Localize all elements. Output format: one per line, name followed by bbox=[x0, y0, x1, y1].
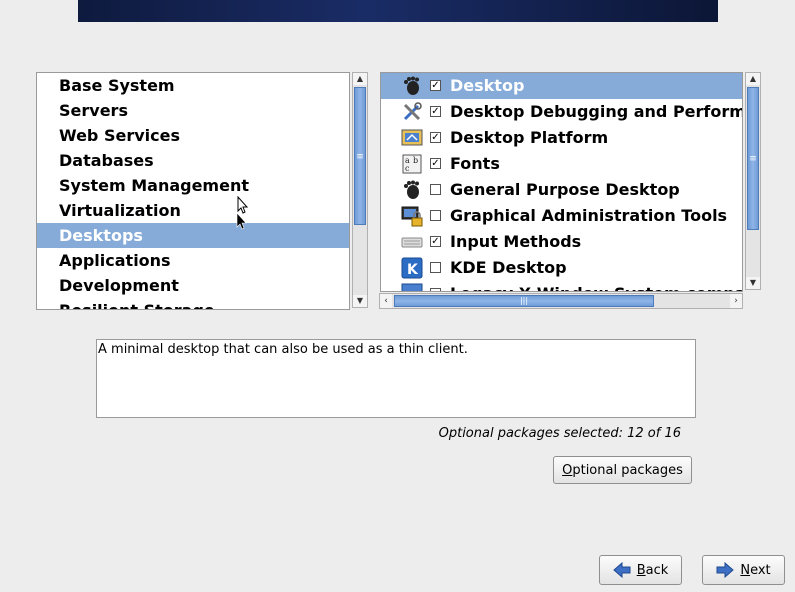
package-checkbox[interactable]: ✓ bbox=[430, 236, 441, 247]
category-list[interactable]: Base System Servers Web Services Databas… bbox=[36, 72, 350, 310]
category-item[interactable]: System Management bbox=[37, 173, 349, 198]
mnemonic: N bbox=[740, 562, 751, 578]
scroll-thumb[interactable]: ||| bbox=[394, 295, 654, 307]
arrow-right-icon bbox=[716, 562, 735, 578]
scroll-up-icon[interactable]: ▲ bbox=[353, 73, 367, 85]
group-description: A minimal desktop that can also be used … bbox=[96, 339, 696, 418]
optional-packages-button[interactable]: Optional packages bbox=[553, 456, 692, 484]
scroll-down-icon[interactable]: ▼ bbox=[353, 295, 367, 307]
mouse-cursor-icon bbox=[236, 196, 249, 230]
button-label: ack bbox=[645, 562, 669, 578]
svg-text:K: K bbox=[407, 262, 419, 278]
package-row[interactable]: Legacy X Window System compatibility bbox=[381, 281, 742, 291]
category-item[interactable]: Base System bbox=[37, 73, 349, 98]
package-label: KDE Desktop bbox=[450, 258, 567, 277]
package-label: Desktop Debugging and Performance Tools bbox=[450, 102, 742, 121]
fonts-icon: abc bbox=[401, 153, 423, 175]
package-list[interactable]: ✓ Desktop ✓ Desktop Debugging and Perfor… bbox=[380, 72, 743, 292]
platform-icon bbox=[401, 127, 423, 149]
package-row[interactable]: General Purpose Desktop bbox=[381, 177, 742, 203]
x-window-icon bbox=[401, 283, 423, 291]
tools-icon bbox=[401, 101, 423, 123]
scroll-right-icon[interactable]: › bbox=[730, 294, 742, 308]
package-label: Legacy X Window System compatibility bbox=[450, 281, 742, 291]
back-button[interactable]: Back bbox=[599, 555, 682, 585]
svg-text:b: b bbox=[413, 156, 418, 165]
package-checkbox[interactable] bbox=[430, 184, 441, 195]
keyboard-icon bbox=[401, 231, 423, 253]
scroll-thumb[interactable]: ≡ bbox=[354, 87, 366, 225]
package-checkbox[interactable] bbox=[430, 288, 441, 291]
package-checkbox[interactable]: ✓ bbox=[430, 158, 441, 169]
scroll-thumb[interactable]: ≡ bbox=[747, 87, 759, 230]
button-label: ptional packages bbox=[572, 462, 683, 478]
package-label: Input Methods bbox=[450, 232, 582, 251]
package-vertical-scrollbar[interactable]: ▲ ≡ ▼ bbox=[745, 72, 761, 290]
header-banner bbox=[78, 0, 718, 22]
category-item[interactable]: Development bbox=[37, 273, 349, 298]
category-item[interactable]: Applications bbox=[37, 248, 349, 273]
package-row[interactable]: ✓ Input Methods bbox=[381, 229, 742, 255]
optional-packages-count: Optional packages selected: 12 of 16 bbox=[438, 426, 681, 441]
scroll-down-icon[interactable]: ▼ bbox=[746, 277, 760, 289]
package-checkbox[interactable] bbox=[430, 210, 441, 221]
svg-text:c: c bbox=[405, 164, 410, 173]
category-item-selected[interactable]: Desktops bbox=[37, 223, 349, 248]
package-label: Desktop bbox=[450, 76, 525, 95]
package-row[interactable]: ✓ Desktop bbox=[381, 73, 742, 99]
package-horizontal-scrollbar[interactable]: ‹ ||| › bbox=[379, 293, 743, 309]
category-item[interactable]: Servers bbox=[37, 98, 349, 123]
gnome-foot-icon bbox=[401, 75, 423, 97]
category-item[interactable]: Virtualization bbox=[37, 198, 349, 223]
button-label: ext bbox=[750, 562, 771, 578]
package-checkbox[interactable]: ✓ bbox=[430, 132, 441, 143]
mnemonic: B bbox=[636, 562, 646, 578]
package-row[interactable]: K KDE Desktop bbox=[381, 255, 742, 281]
package-row[interactable]: ✓ Desktop Platform bbox=[381, 125, 742, 151]
mnemonic: O bbox=[562, 462, 573, 478]
package-checkbox[interactable]: ✓ bbox=[430, 80, 441, 91]
arrow-left-icon bbox=[612, 562, 631, 578]
admin-lock-icon bbox=[401, 205, 423, 227]
category-item[interactable]: Web Services bbox=[37, 123, 349, 148]
package-checkbox[interactable]: ✓ bbox=[430, 106, 441, 117]
gnome-foot-icon bbox=[401, 179, 423, 201]
package-label: Fonts bbox=[450, 154, 500, 173]
category-scrollbar[interactable]: ▲ ≡ ▼ bbox=[352, 72, 368, 308]
package-row[interactable]: Graphical Administration Tools bbox=[381, 203, 742, 229]
package-label: General Purpose Desktop bbox=[450, 180, 680, 199]
package-row[interactable]: ✓ Desktop Debugging and Performance Tool… bbox=[381, 99, 742, 125]
package-label: Desktop Platform bbox=[450, 128, 609, 147]
package-row[interactable]: abc ✓ Fonts bbox=[381, 151, 742, 177]
package-label: Graphical Administration Tools bbox=[450, 206, 728, 225]
kde-icon: K bbox=[401, 257, 423, 279]
scroll-up-icon[interactable]: ▲ bbox=[746, 73, 760, 85]
scroll-left-icon[interactable]: ‹ bbox=[380, 294, 392, 308]
category-item[interactable]: Databases bbox=[37, 148, 349, 173]
next-button[interactable]: Next bbox=[702, 555, 785, 585]
package-checkbox[interactable] bbox=[430, 262, 441, 273]
category-item[interactable]: Resilient Storage bbox=[37, 298, 349, 309]
